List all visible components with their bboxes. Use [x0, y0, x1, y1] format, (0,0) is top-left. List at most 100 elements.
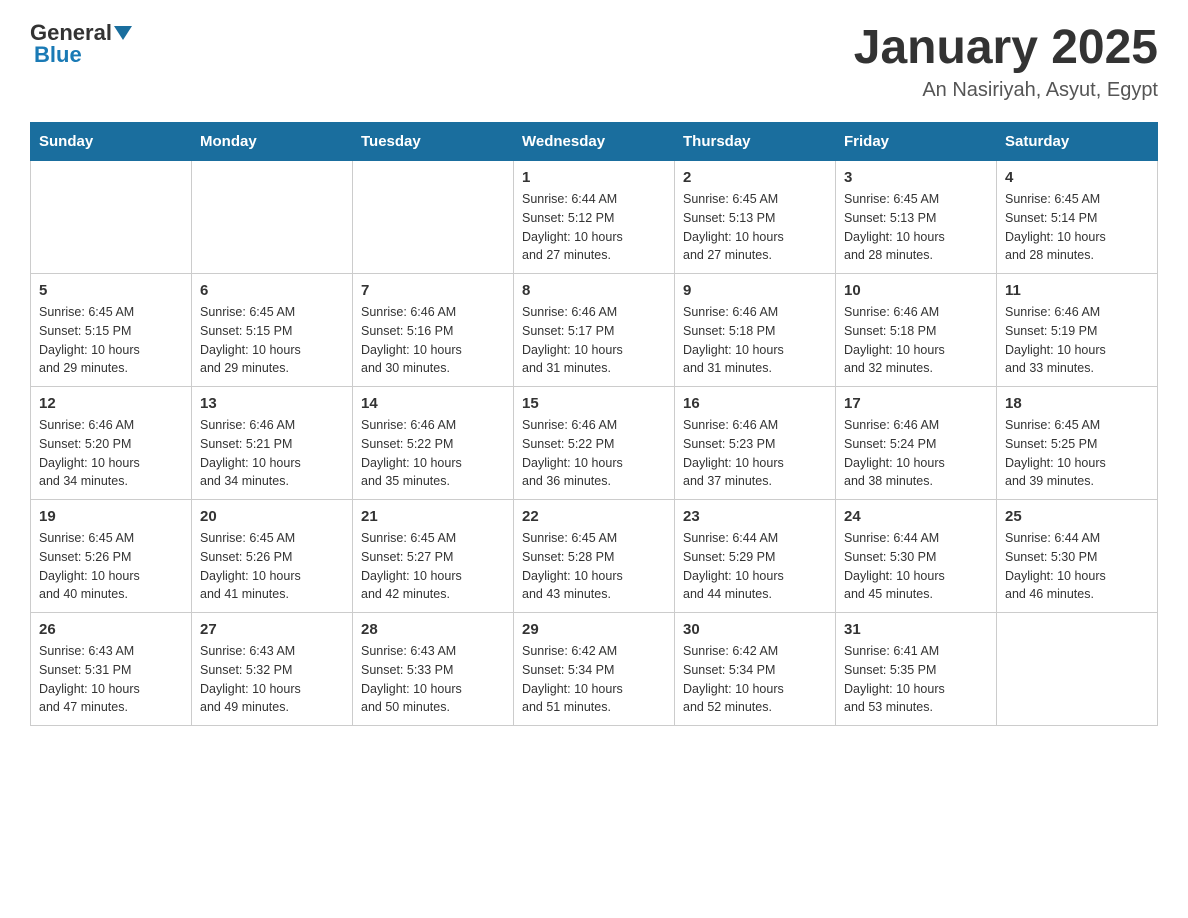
page-subtitle: An Nasiriyah, Asyut, Egypt [854, 79, 1158, 102]
calendar-cell: 19 Sunrise: 6:45 AM Sunset: 5:26 PM Dayli… [31, 500, 192, 613]
calendar-day-header: Tuesday [353, 123, 514, 161]
calendar-cell: 29 Sunrise: 6:42 AM Sunset: 5:34 PM Dayli… [514, 613, 675, 726]
calendar-cell: 10 Sunrise: 6:46 AM Sunset: 5:18 PM Dayli… [836, 274, 997, 387]
day-number: 21 [361, 508, 505, 525]
day-info: Sunrise: 6:42 AM Sunset: 5:34 PM Dayligh… [522, 642, 666, 717]
calendar-week-row: 19 Sunrise: 6:45 AM Sunset: 5:26 PM Dayli… [31, 500, 1158, 613]
calendar-table: SundayMondayTuesdayWednesdayThursdayFrid… [30, 122, 1158, 726]
calendar-day-header: Saturday [997, 123, 1158, 161]
day-number: 11 [1005, 282, 1149, 299]
calendar-cell [997, 613, 1158, 726]
calendar-cell: 11Sunrise: 6:46 AM Sunset: 5:19 PM Dayli… [997, 274, 1158, 387]
day-number: 28 [361, 621, 505, 638]
calendar-week-row: 26 Sunrise: 6:43 AM Sunset: 5:31 PM Dayli… [31, 613, 1158, 726]
calendar-cell: 6 Sunrise: 6:45 AM Sunset: 5:15 PM Daylig… [192, 274, 353, 387]
calendar-cell: 16 Sunrise: 6:46 AM Sunset: 5:23 PM Dayli… [675, 387, 836, 500]
day-info: Sunrise: 6:45 AM Sunset: 5:26 PM Dayligh… [39, 529, 183, 604]
day-number: 31 [844, 621, 988, 638]
day-info: Sunrise: 6:44 AM Sunset: 5:12 PM Dayligh… [522, 190, 666, 265]
day-info: Sunrise: 6:44 AM Sunset: 5:29 PM Dayligh… [683, 529, 827, 604]
calendar-week-row: 5 Sunrise: 6:45 AM Sunset: 5:15 PM Daylig… [31, 274, 1158, 387]
calendar-cell: 7 Sunrise: 6:46 AM Sunset: 5:16 PM Daylig… [353, 274, 514, 387]
day-number: 15 [522, 395, 666, 412]
day-info: Sunrise: 6:45 AM Sunset: 5:15 PM Dayligh… [39, 303, 183, 378]
day-number: 2 [683, 169, 827, 186]
day-info: Sunrise: 6:45 AM Sunset: 5:15 PM Dayligh… [200, 303, 344, 378]
calendar-cell: 24 Sunrise: 6:44 AM Sunset: 5:30 PM Dayli… [836, 500, 997, 613]
day-number: 26 [39, 621, 183, 638]
calendar-cell: 26 Sunrise: 6:43 AM Sunset: 5:31 PM Dayli… [31, 613, 192, 726]
day-info: Sunrise: 6:46 AM Sunset: 5:18 PM Dayligh… [844, 303, 988, 378]
calendar-cell: 30Sunrise: 6:42 AM Sunset: 5:34 PM Dayli… [675, 613, 836, 726]
calendar-cell: 17Sunrise: 6:46 AM Sunset: 5:24 PM Dayli… [836, 387, 997, 500]
calendar-cell: 18 Sunrise: 6:45 AM Sunset: 5:25 PM Dayli… [997, 387, 1158, 500]
day-number: 18 [1005, 395, 1149, 412]
day-info: Sunrise: 6:45 AM Sunset: 5:26 PM Dayligh… [200, 529, 344, 604]
day-number: 5 [39, 282, 183, 299]
calendar-cell: 8 Sunrise: 6:46 AM Sunset: 5:17 PM Daylig… [514, 274, 675, 387]
day-info: Sunrise: 6:46 AM Sunset: 5:16 PM Dayligh… [361, 303, 505, 378]
calendar-cell: 31 Sunrise: 6:41 AM Sunset: 5:35 PM Dayli… [836, 613, 997, 726]
day-number: 19 [39, 508, 183, 525]
calendar-cell [31, 161, 192, 274]
calendar-cell [353, 161, 514, 274]
calendar-cell: 22 Sunrise: 6:45 AM Sunset: 5:28 PM Dayli… [514, 500, 675, 613]
day-number: 1 [522, 169, 666, 186]
day-number: 8 [522, 282, 666, 299]
day-info: Sunrise: 6:46 AM Sunset: 5:24 PM Dayligh… [844, 416, 988, 491]
calendar-cell: 4 Sunrise: 6:45 AM Sunset: 5:14 PM Daylig… [997, 161, 1158, 274]
day-info: Sunrise: 6:43 AM Sunset: 5:31 PM Dayligh… [39, 642, 183, 717]
calendar-cell: 27 Sunrise: 6:43 AM Sunset: 5:32 PM Dayli… [192, 613, 353, 726]
calendar-cell: 12Sunrise: 6:46 AM Sunset: 5:20 PM Dayli… [31, 387, 192, 500]
calendar-day-header: Thursday [675, 123, 836, 161]
day-info: Sunrise: 6:46 AM Sunset: 5:22 PM Dayligh… [361, 416, 505, 491]
day-info: Sunrise: 6:45 AM Sunset: 5:25 PM Dayligh… [1005, 416, 1149, 491]
day-info: Sunrise: 6:45 AM Sunset: 5:27 PM Dayligh… [361, 529, 505, 604]
day-info: Sunrise: 6:45 AM Sunset: 5:13 PM Dayligh… [844, 190, 988, 265]
calendar-cell [192, 161, 353, 274]
day-number: 9 [683, 282, 827, 299]
logo-blue-text: Blue [34, 42, 82, 68]
day-number: 22 [522, 508, 666, 525]
logo-arrow-icon [114, 26, 132, 40]
calendar-cell: 1 Sunrise: 6:44 AM Sunset: 5:12 PM Daylig… [514, 161, 675, 274]
day-info: Sunrise: 6:46 AM Sunset: 5:17 PM Dayligh… [522, 303, 666, 378]
day-number: 3 [844, 169, 988, 186]
day-number: 6 [200, 282, 344, 299]
calendar-day-header: Sunday [31, 123, 192, 161]
day-number: 16 [683, 395, 827, 412]
day-number: 4 [1005, 169, 1149, 186]
day-info: Sunrise: 6:44 AM Sunset: 5:30 PM Dayligh… [1005, 529, 1149, 604]
day-number: 24 [844, 508, 988, 525]
calendar-day-header: Wednesday [514, 123, 675, 161]
title-area: January 2025 An Nasiriyah, Asyut, Egypt [854, 20, 1158, 102]
calendar-day-header: Monday [192, 123, 353, 161]
calendar-cell: 14Sunrise: 6:46 AM Sunset: 5:22 PM Dayli… [353, 387, 514, 500]
day-number: 25 [1005, 508, 1149, 525]
day-number: 10 [844, 282, 988, 299]
day-info: Sunrise: 6:46 AM Sunset: 5:23 PM Dayligh… [683, 416, 827, 491]
calendar-cell: 28 Sunrise: 6:43 AM Sunset: 5:33 PM Dayli… [353, 613, 514, 726]
day-number: 7 [361, 282, 505, 299]
calendar-cell: 5 Sunrise: 6:45 AM Sunset: 5:15 PM Daylig… [31, 274, 192, 387]
calendar-cell: 3 Sunrise: 6:45 AM Sunset: 5:13 PM Daylig… [836, 161, 997, 274]
logo: General Blue [30, 20, 132, 68]
day-number: 13 [200, 395, 344, 412]
day-number: 12 [39, 395, 183, 412]
day-info: Sunrise: 6:45 AM Sunset: 5:14 PM Dayligh… [1005, 190, 1149, 265]
calendar-day-header: Friday [836, 123, 997, 161]
day-info: Sunrise: 6:45 AM Sunset: 5:13 PM Dayligh… [683, 190, 827, 265]
day-info: Sunrise: 6:43 AM Sunset: 5:32 PM Dayligh… [200, 642, 344, 717]
calendar-cell: 25 Sunrise: 6:44 AM Sunset: 5:30 PM Dayli… [997, 500, 1158, 613]
day-number: 27 [200, 621, 344, 638]
day-info: Sunrise: 6:41 AM Sunset: 5:35 PM Dayligh… [844, 642, 988, 717]
header: General Blue January 2025 An Nasiriyah, … [30, 20, 1158, 102]
calendar-cell: 13Sunrise: 6:46 AM Sunset: 5:21 PM Dayli… [192, 387, 353, 500]
day-info: Sunrise: 6:43 AM Sunset: 5:33 PM Dayligh… [361, 642, 505, 717]
day-info: Sunrise: 6:45 AM Sunset: 5:28 PM Dayligh… [522, 529, 666, 604]
calendar-cell: 21 Sunrise: 6:45 AM Sunset: 5:27 PM Dayli… [353, 500, 514, 613]
day-info: Sunrise: 6:44 AM Sunset: 5:30 PM Dayligh… [844, 529, 988, 604]
calendar-cell: 9Sunrise: 6:46 AM Sunset: 5:18 PM Daylig… [675, 274, 836, 387]
page-title: January 2025 [854, 20, 1158, 75]
day-number: 29 [522, 621, 666, 638]
